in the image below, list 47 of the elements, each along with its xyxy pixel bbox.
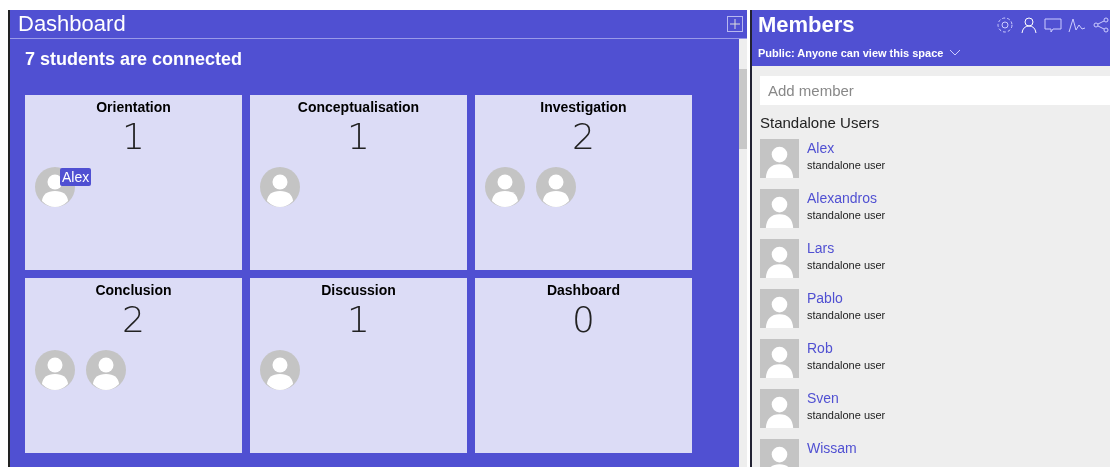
avatar-icon bbox=[760, 139, 799, 178]
avatar-icon bbox=[760, 239, 799, 278]
add-button[interactable] bbox=[727, 16, 743, 32]
section-heading: Standalone Users bbox=[760, 114, 881, 131]
phase-name: Conceptualisation bbox=[297, 99, 420, 115]
phase-name: Orientation bbox=[96, 99, 171, 115]
member-name[interactable]: Alexandros bbox=[807, 190, 886, 206]
chevron-down-icon[interactable] bbox=[949, 49, 962, 57]
user-icon[interactable] bbox=[1020, 16, 1038, 34]
avatar-icon bbox=[760, 289, 799, 328]
member-name[interactable]: Lars bbox=[807, 240, 886, 256]
student-count: 2 bbox=[122, 300, 145, 340]
share-icon[interactable] bbox=[1092, 16, 1110, 34]
member-role: standalone user bbox=[807, 309, 886, 321]
panel-title: Dashboard bbox=[18, 11, 126, 37]
activity-icon[interactable] bbox=[1068, 16, 1086, 34]
student-count: 1 bbox=[122, 117, 145, 157]
avatar-icon bbox=[760, 439, 799, 467]
connected-summary: 7 students are connected bbox=[25, 49, 244, 70]
student-count: 1 bbox=[347, 117, 370, 157]
member-name[interactable]: Alex bbox=[807, 140, 886, 156]
member-name[interactable]: Sven bbox=[807, 390, 886, 406]
phase-name: Discussion bbox=[321, 282, 396, 298]
panel-title: Members bbox=[758, 12, 855, 38]
member-role: standalone user bbox=[807, 409, 886, 421]
member-role: standalone user bbox=[807, 209, 886, 221]
student-count: 0 bbox=[572, 300, 595, 340]
student-count: 2 bbox=[572, 117, 595, 157]
member-role: standalone user bbox=[807, 159, 886, 171]
avatar-icon bbox=[760, 189, 799, 228]
avatar-icon bbox=[760, 389, 799, 428]
add-member-field[interactable]: Add member bbox=[760, 76, 1110, 105]
member-name[interactable]: Rob bbox=[807, 340, 886, 356]
member-role: standalone user bbox=[807, 259, 886, 271]
scrollbar[interactable] bbox=[739, 39, 747, 467]
phase-name: Dashboard bbox=[546, 282, 621, 298]
visibility-dropdown[interactable]: Public: Anyone can view this space bbox=[758, 47, 944, 59]
student-tooltip: Alex bbox=[60, 168, 92, 186]
settings-icon[interactable] bbox=[996, 16, 1014, 34]
member-role: standalone user bbox=[807, 359, 886, 371]
phase-name: Investigation bbox=[540, 99, 627, 115]
chat-icon[interactable] bbox=[1044, 16, 1062, 34]
phase-name: Conclusion bbox=[95, 282, 172, 298]
student-count: 1 bbox=[347, 300, 370, 340]
avatar-icon bbox=[760, 339, 799, 378]
member-name[interactable]: Pablo bbox=[807, 290, 886, 306]
member-name[interactable]: Wissam bbox=[807, 440, 857, 456]
